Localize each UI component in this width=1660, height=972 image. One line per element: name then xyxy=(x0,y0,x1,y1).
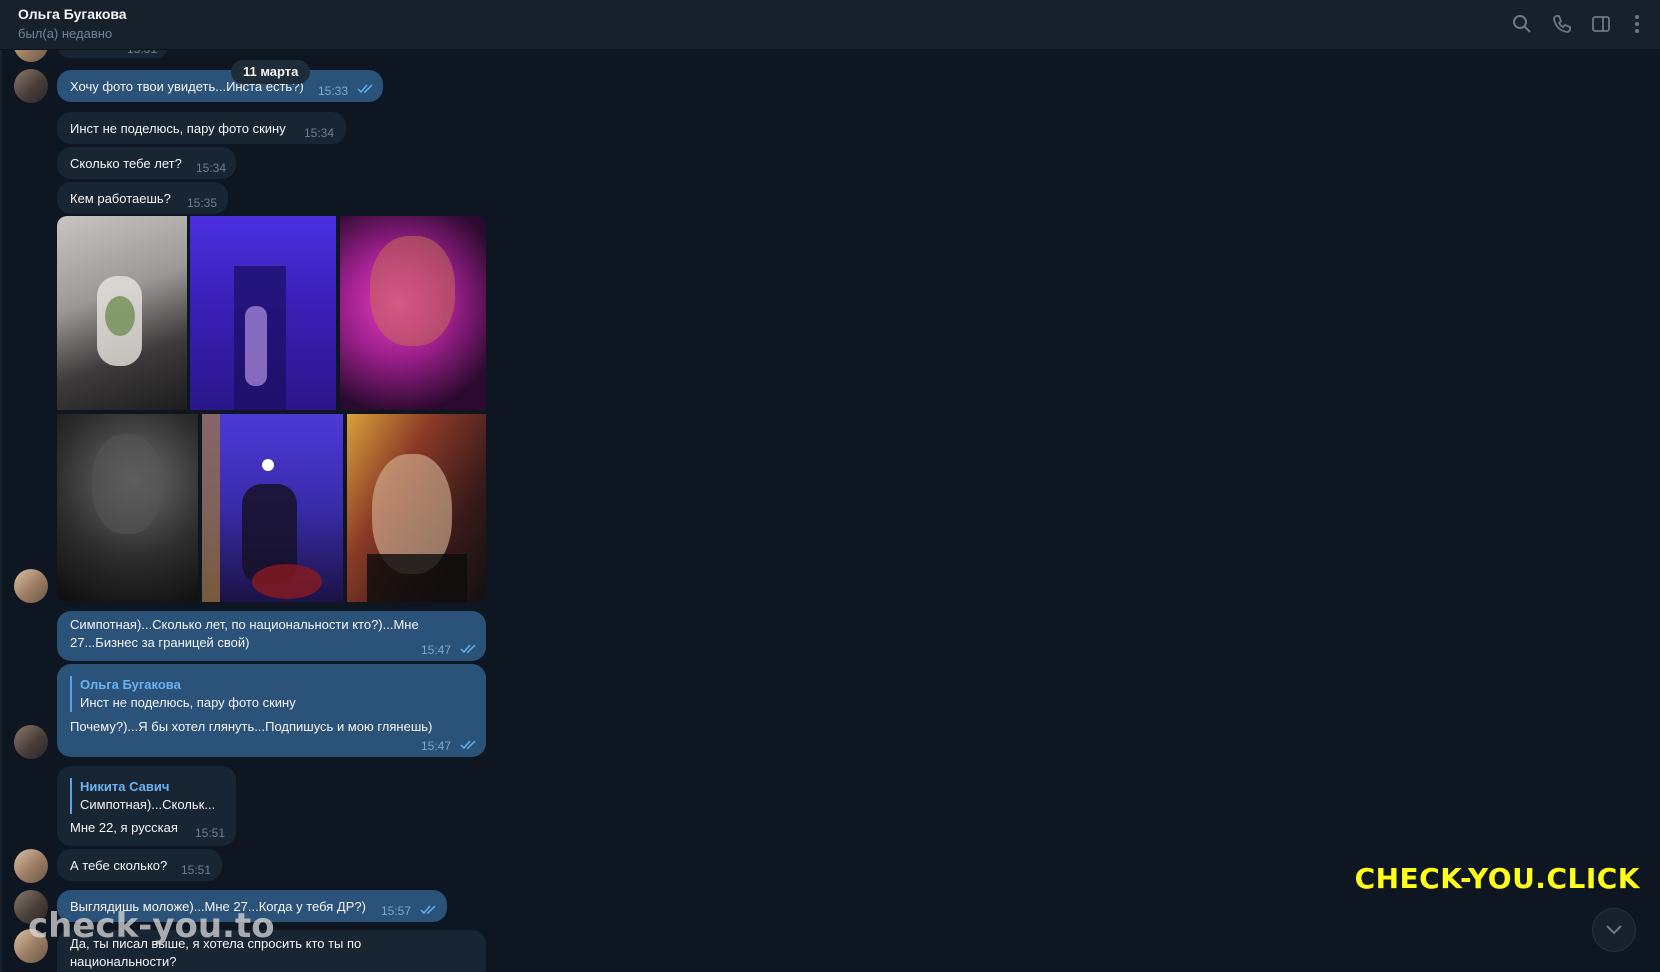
sidebar-toggle-icon[interactable] xyxy=(1590,13,1612,35)
message-time: 15:47 xyxy=(421,643,452,657)
message-list[interactable]: 15:31 Хочу фото твои увидеть...Инста ест… xyxy=(0,50,1660,972)
avatar[interactable] xyxy=(14,50,48,62)
chevron-down-icon xyxy=(1606,925,1622,935)
photo-thumbnail[interactable] xyxy=(57,216,187,410)
read-checkmarks-icon xyxy=(357,84,373,94)
photo-thumbnail[interactable] xyxy=(57,414,198,602)
message-bubble[interactable]: Кем работаешь? 15:35 xyxy=(57,182,228,214)
reply-author: Ольга Бугакова xyxy=(80,677,181,692)
avatar[interactable] xyxy=(14,849,48,883)
photo-thumbnail[interactable] xyxy=(202,414,343,602)
read-checkmarks-icon xyxy=(460,740,476,750)
photo-thumbnail[interactable] xyxy=(190,216,336,410)
read-checkmarks-icon xyxy=(420,905,436,915)
reply-text: Симпотная)...Скольк... xyxy=(80,797,216,812)
avatar[interactable] xyxy=(14,69,48,103)
message-text: национальности? xyxy=(70,954,177,969)
message-time: 15:51 xyxy=(195,826,226,840)
chat-header[interactable]: Ольга Бугакова был(а) недавно xyxy=(0,0,1660,50)
message-text: 27...Бизнес за границей свой) xyxy=(70,635,250,650)
more-icon[interactable] xyxy=(1626,13,1648,35)
message-text: Мне 22, я русская xyxy=(70,820,178,835)
message-time: 15:34 xyxy=(196,161,227,175)
message-time: 15:34 xyxy=(304,126,335,140)
scroll-to-bottom-button[interactable] xyxy=(1592,908,1636,952)
read-checkmarks-icon xyxy=(460,644,476,654)
message-text: Почему?)...Я бы хотел глянуть...Подпишус… xyxy=(70,719,433,734)
message-time: 15:35 xyxy=(187,196,218,210)
message-bubble[interactable]: Сколько тебе лет? 15:34 xyxy=(57,147,236,179)
watermark-text: CHECK-YOU.CLICK xyxy=(1354,862,1640,895)
avatar[interactable] xyxy=(14,725,48,759)
watermark-text: check-you.to xyxy=(28,906,275,946)
message-bubble[interactable]: Ольга Бугакова Инст не поделюсь, пару фо… xyxy=(57,664,486,757)
contact-status: был(а) недавно xyxy=(18,26,113,41)
avatar[interactable] xyxy=(14,569,48,603)
phone-icon[interactable] xyxy=(1551,13,1573,35)
message-time: 15:47 xyxy=(421,739,452,753)
message-time: 15:51 xyxy=(181,863,212,877)
reply-quote[interactable]: Ольга Бугакова Инст не поделюсь, пару фо… xyxy=(70,676,296,712)
message-bubble[interactable]: Никита Савич Симпотная)...Скольк... Мне … xyxy=(57,766,236,846)
message-bubble[interactable]: Симпотная)...Сколько лет, по национально… xyxy=(57,611,486,661)
message-time: 15:31 xyxy=(127,50,157,58)
message-text: Симпотная)...Сколько лет, по национально… xyxy=(70,617,419,632)
message-bubble[interactable]: А тебе сколько? 15:51 xyxy=(57,849,222,881)
photo-thumbnail[interactable] xyxy=(347,414,486,602)
reply-author: Никита Савич xyxy=(80,779,170,794)
search-icon[interactable] xyxy=(1511,13,1533,35)
reply-quote[interactable]: Никита Савич Симпотная)...Скольк... xyxy=(70,778,215,814)
message-bubble[interactable]: 15:31 xyxy=(57,50,169,58)
date-separator: 11 марта xyxy=(231,60,311,84)
photo-thumbnail[interactable] xyxy=(340,216,486,410)
message-bubble[interactable]: Инст не поделюсь, пару фото скину 15:34 xyxy=(57,112,346,144)
message-text: Кем работаешь? xyxy=(70,191,171,206)
contact-name[interactable]: Ольга Бугакова xyxy=(18,6,127,22)
message-time: 15:57 xyxy=(381,904,412,918)
message-bubble[interactable]: Хочу фото твои увидеть...Инста есть?) 15… xyxy=(57,70,383,102)
message-time: 15:33 xyxy=(318,84,349,98)
reply-text: Инст не поделюсь, пару фото скину xyxy=(80,695,296,710)
message-text: Инст не поделюсь, пару фото скину xyxy=(70,121,286,136)
message-text: Сколько тебе лет? xyxy=(70,156,182,171)
message-text: А тебе сколько? xyxy=(70,858,168,873)
